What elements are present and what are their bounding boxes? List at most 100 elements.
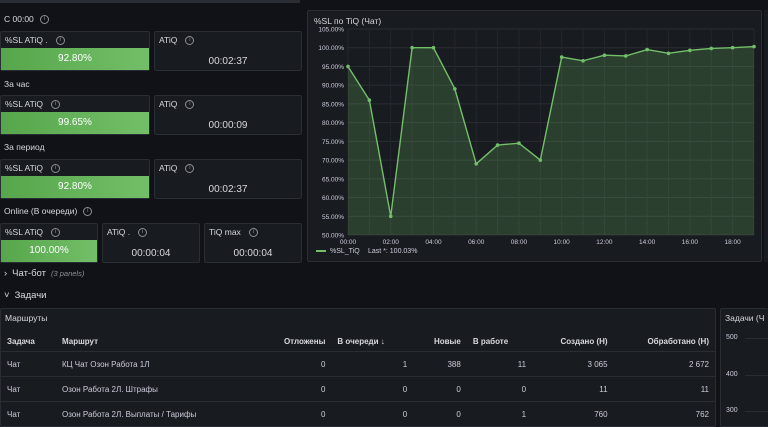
info-icon[interactable]: i — [185, 35, 195, 45]
y-tick: 300 — [726, 407, 738, 414]
info-icon[interactable]: i — [248, 227, 258, 237]
table-row[interactable]: Чат КЦ Чат Озон Работа 1Л 0 1 388 11 3 0… — [1, 351, 715, 377]
stat-atiq-since-midnight[interactable]: ATiQ i 00:02:37 — [154, 31, 302, 71]
x-tick-label: 16:00 — [682, 239, 699, 246]
col-task[interactable]: Задача — [1, 331, 56, 352]
gridline — [745, 411, 768, 412]
x-tick-label: 02:00 — [383, 239, 400, 246]
data-point — [752, 44, 756, 49]
y-tick-label: 85.00% — [322, 101, 344, 108]
data-point — [538, 158, 543, 162]
x-tick-label: 04:00 — [425, 239, 442, 246]
info-icon[interactable]: i — [185, 99, 195, 109]
data-point — [730, 45, 735, 50]
y-tick-label: 55.00% — [322, 214, 344, 221]
table-row[interactable]: Чат Озон Работа 2Л. Штрафы 0 0 0 0 11 11 — [1, 376, 715, 402]
info-icon[interactable]: i — [138, 227, 148, 237]
stat-sl-since-midnight[interactable]: %SL ATiQ .i 92.80% — [0, 31, 150, 71]
data-point — [453, 87, 457, 91]
data-point — [367, 98, 372, 102]
info-icon[interactable]: i — [185, 163, 195, 173]
y-tick-label: 80.00% — [322, 120, 344, 127]
stat-sl-period[interactable]: %SL ATiQ i 92.80% — [0, 159, 150, 199]
stat-atiq-hour[interactable]: ATiQ i 00:00:09 — [154, 95, 302, 135]
sort-arrow-down-icon: ↓ — [380, 336, 385, 346]
col-created[interactable]: Создано (Н) — [532, 331, 614, 352]
y-tick-label: 90.00% — [322, 83, 344, 90]
legend-last-value: Last *: 100.03% — [368, 248, 417, 255]
data-point — [410, 45, 414, 50]
y-tick: 400 — [726, 371, 738, 378]
col-deferred[interactable]: Отложены — [257, 331, 332, 352]
chevron-right-icon: › — [4, 268, 8, 279]
col-in-work[interactable]: В работе — [466, 331, 533, 352]
data-point — [581, 59, 585, 63]
chart-legend: %SL_TiQ Last *: 100.03% — [316, 248, 417, 255]
x-tick-label: 08:00 — [511, 239, 528, 246]
data-point — [688, 48, 692, 53]
info-icon[interactable]: i — [50, 163, 60, 173]
y-tick: 500 — [726, 334, 738, 341]
legend-swatch — [316, 250, 326, 252]
y-tick-label: 60.00% — [322, 195, 344, 202]
data-point — [517, 141, 521, 146]
section-label-per-hour: За час — [4, 79, 30, 89]
right-edge-strip — [764, 10, 768, 262]
routes-panel-title: Маршруты — [5, 313, 48, 323]
routes-panel[interactable]: Маршруты Задача Маршрут Отложены В очере… — [0, 308, 716, 427]
stat-bar: 92.80% — [1, 48, 149, 70]
data-point — [495, 143, 500, 147]
chevron-down-icon: ˅ — [4, 290, 10, 301]
row-chat-bot[interactable]: › Чат-бот (3 panels) — [4, 268, 84, 279]
y-tick-label: 75.00% — [322, 139, 344, 146]
section-label-online: Online (В очереди) i — [4, 206, 93, 216]
row-tasks[interactable]: ˅ Задачи — [4, 290, 46, 301]
data-point — [645, 47, 649, 52]
tasks-chart-panel[interactable]: Задачи (Ч 500 400 300 — [720, 308, 768, 427]
stat-sl-online[interactable]: %SL ATiQ i 100.00% — [0, 223, 98, 263]
data-point — [346, 64, 350, 69]
stat-value: 00:02:37 — [208, 184, 248, 195]
stat-tiq-max[interactable]: TiQ max i 00:00:04 — [204, 223, 302, 263]
y-tick-label: 65.00% — [322, 176, 344, 183]
col-new[interactable]: Новые — [413, 331, 467, 352]
y-tick-label: 70.00% — [322, 158, 344, 165]
gridline — [745, 375, 768, 376]
col-route[interactable]: Маршрут — [55, 331, 258, 352]
stat-bar: 92.80% — [1, 176, 149, 198]
data-point — [559, 55, 564, 59]
section-label-per-period: За период — [4, 142, 45, 152]
info-icon[interactable]: i — [39, 14, 49, 24]
info-icon[interactable]: i — [50, 99, 60, 109]
col-in-queue[interactable]: В очереди ↓ — [331, 331, 414, 352]
info-icon[interactable]: i — [83, 206, 93, 216]
stat-sl-hour[interactable]: %SL ATiQ i 99.65% — [0, 95, 150, 135]
data-point — [623, 54, 628, 58]
data-point — [666, 51, 671, 56]
stat-value: 00:00:04 — [233, 248, 273, 259]
stat-atiq-online[interactable]: ATiQ .i 00:00:04 — [102, 223, 200, 263]
stat-value: 00:00:09 — [208, 120, 248, 131]
routes-table: Задача Маршрут Отложены В очереди ↓ Новы… — [1, 331, 715, 427]
gridline — [745, 338, 768, 339]
data-point — [474, 162, 479, 166]
x-tick-label: 18:00 — [724, 239, 741, 246]
x-tick-label: 14:00 — [639, 239, 656, 246]
section-label-since-midnight: С 00:00 i — [4, 14, 49, 24]
info-icon[interactable]: i — [55, 35, 65, 45]
y-tick-label: 95.00% — [322, 64, 344, 71]
data-point — [709, 46, 714, 51]
chart-panel-sl-tiq[interactable]: %SL по TiQ (Чат) 50.00% 55.00% 60.00% 65.00… — [307, 10, 762, 262]
sl-tiq-chart[interactable]: 50.00%55.00%60.00%65.00%70.00%75.00%80.0… — [308, 11, 763, 263]
tasks-chart-title: Задачи (Ч — [725, 313, 765, 323]
data-point — [388, 214, 393, 219]
data-point — [602, 53, 607, 58]
col-processed[interactable]: Обработано (Н) — [613, 331, 715, 352]
info-icon[interactable]: i — [50, 227, 60, 237]
y-tick-label: 100.00% — [318, 45, 344, 52]
table-row[interactable]: Чат Озон Работа 2Л. Выплаты / Тарифы 0 0… — [1, 401, 715, 427]
stat-atiq-period[interactable]: ATiQ i 00:02:37 — [154, 159, 302, 199]
x-tick-label: 12:00 — [596, 239, 613, 246]
y-tick-label: 105.00% — [318, 27, 344, 34]
routes-table-wrap: Задача Маршрут Отложены В очереди ↓ Новы… — [1, 331, 715, 427]
